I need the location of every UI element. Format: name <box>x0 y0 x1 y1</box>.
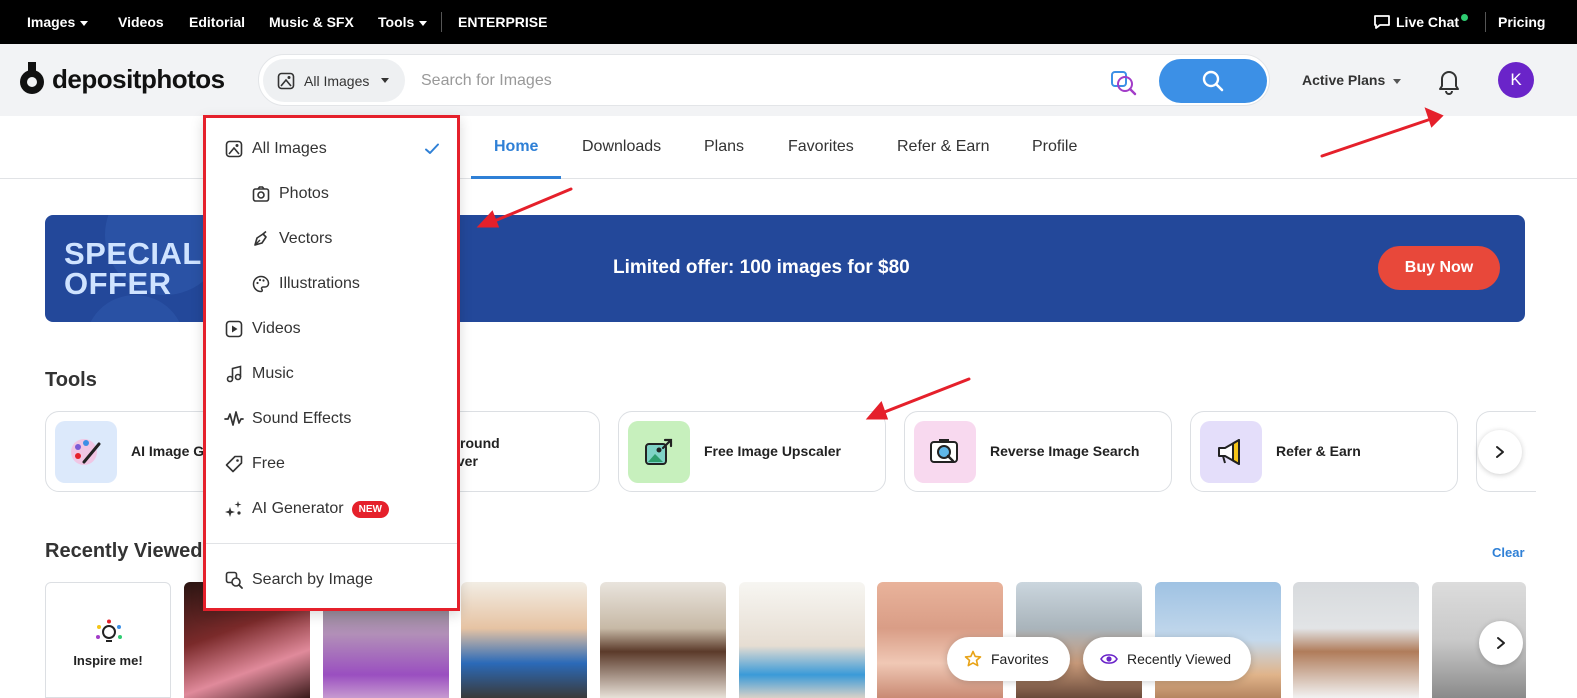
dropdown-item-all-images[interactable]: All Images <box>206 134 457 164</box>
tab-plans[interactable]: Plans <box>704 138 744 156</box>
play-icon <box>224 319 244 339</box>
reverse-search-icon <box>914 421 976 483</box>
recent-image-thumbnail[interactable] <box>1293 582 1419 698</box>
chat-bubble-icon <box>1374 15 1390 29</box>
buy-now-button[interactable]: Buy Now <box>1378 246 1500 290</box>
divider <box>1485 12 1486 32</box>
image-type-dropdown: All Images Photos Vectors Illustrations … <box>203 115 460 611</box>
lightbulb-icon <box>96 619 122 642</box>
search-icon <box>1202 70 1224 92</box>
tab-downloads[interactable]: Downloads <box>582 138 661 156</box>
palette-icon <box>251 274 271 294</box>
chevron-down-icon <box>80 20 89 26</box>
pricing-link[interactable]: Pricing <box>1498 14 1545 30</box>
tab-favorites[interactable]: Favorites <box>788 138 854 156</box>
music-note-icon <box>224 364 244 384</box>
nav-enterprise[interactable]: ENTERPRISE <box>458 14 547 30</box>
chevron-right-icon <box>1497 637 1505 649</box>
nav-music-sfx[interactable]: Music & SFX <box>269 14 354 30</box>
eye-icon <box>1100 654 1118 664</box>
upscaler-icon <box>628 421 690 483</box>
tab-profile[interactable]: Profile <box>1032 138 1077 156</box>
tool-card-reverse-image-search[interactable]: Reverse Image Search <box>904 411 1172 492</box>
recent-image-thumbnail[interactable] <box>461 582 587 698</box>
avatar[interactable]: K <box>1498 62 1534 98</box>
dropdown-item-photos[interactable]: Photos <box>206 179 457 209</box>
nav-tools[interactable]: Tools <box>378 14 428 30</box>
chevron-down-icon <box>381 78 390 83</box>
star-icon <box>964 650 982 667</box>
camera-icon <box>251 184 271 204</box>
search-bar: All Images <box>258 54 1270 106</box>
image-search-icon <box>224 570 244 590</box>
active-tab-indicator <box>471 176 561 179</box>
all-images-icon <box>224 139 244 159</box>
dropdown-item-illustrations[interactable]: Illustrations <box>206 269 457 299</box>
main-header: depositphotos All Images Active Plans <box>0 44 1577 116</box>
new-badge: NEW <box>351 500 389 518</box>
image-type-select[interactable]: All Images <box>263 59 405 102</box>
nav-editorial[interactable]: Editorial <box>189 14 245 30</box>
dropdown-item-sound-effects[interactable]: Sound Effects <box>206 404 457 434</box>
checkmark-icon <box>425 143 439 154</box>
waveform-icon <box>224 409 244 429</box>
search-input[interactable] <box>421 68 1101 94</box>
tool-card-refer-earn[interactable]: Refer & Earn <box>1190 411 1458 492</box>
recent-image-thumbnail[interactable] <box>600 582 726 698</box>
ai-palette-icon <box>55 421 117 483</box>
dropdown-item-vectors[interactable]: Vectors <box>206 224 457 254</box>
tag-icon <box>224 454 244 474</box>
dropdown-item-search-by-image[interactable]: Search by Image <box>206 565 457 595</box>
pen-icon <box>251 229 271 249</box>
chevron-right-icon <box>1496 446 1504 458</box>
search-button[interactable] <box>1159 59 1267 103</box>
favorites-pill[interactable]: Favorites <box>947 637 1070 681</box>
dropdown-item-videos[interactable]: Videos <box>206 314 457 344</box>
divider <box>206 543 457 544</box>
recently-viewed-title: Recently Viewed <box>45 540 203 562</box>
chevron-down-icon <box>1393 78 1402 84</box>
active-plans-menu[interactable]: Active Plans <box>1302 72 1402 88</box>
annotation-arrow <box>880 377 971 415</box>
dropdown-item-ai-generator[interactable]: AI Generator NEW <box>206 494 457 524</box>
live-chat-link[interactable]: Live Chat <box>1373 13 1459 31</box>
logo[interactable]: depositphotos <box>18 62 225 96</box>
sparkles-icon <box>224 499 244 519</box>
top-nav-bar: Images Videos Editorial Music & SFX Tool… <box>0 0 1577 44</box>
logo-text: depositphotos <box>52 63 225 94</box>
visual-search-icon[interactable] <box>1109 67 1139 97</box>
clear-recent-button[interactable]: Clear <box>1492 545 1525 560</box>
recent-image-thumbnail[interactable] <box>739 582 865 698</box>
recently-viewed-pill[interactable]: Recently Viewed <box>1083 637 1251 681</box>
all-images-icon <box>277 72 295 89</box>
inspire-me-card[interactable]: Inspire me! <box>45 582 171 698</box>
chevron-down-icon <box>419 20 428 26</box>
tab-refer-earn[interactable]: Refer & Earn <box>897 138 989 156</box>
tab-home[interactable]: Home <box>494 138 538 156</box>
dropdown-item-music[interactable]: Music <box>206 359 457 389</box>
dropdown-item-free[interactable]: Free <box>206 449 457 479</box>
online-status-dot <box>1461 14 1468 21</box>
depositphotos-logo-icon <box>20 62 44 94</box>
nav-videos[interactable]: Videos <box>118 14 164 30</box>
tools-title: Tools <box>45 369 97 391</box>
offer-text: Limited offer: 100 images for $80 <box>613 257 910 278</box>
nav-images[interactable]: Images <box>27 14 89 30</box>
special-offer-heading: SPECIAL OFFER <box>64 236 202 301</box>
tools-next-button[interactable] <box>1478 430 1522 474</box>
megaphone-icon <box>1200 421 1262 483</box>
divider <box>441 12 442 32</box>
recent-next-button[interactable] <box>1479 621 1523 665</box>
tool-card-free-image-upscaler[interactable]: Free Image Upscaler <box>618 411 886 492</box>
bell-icon[interactable] <box>1434 66 1464 96</box>
